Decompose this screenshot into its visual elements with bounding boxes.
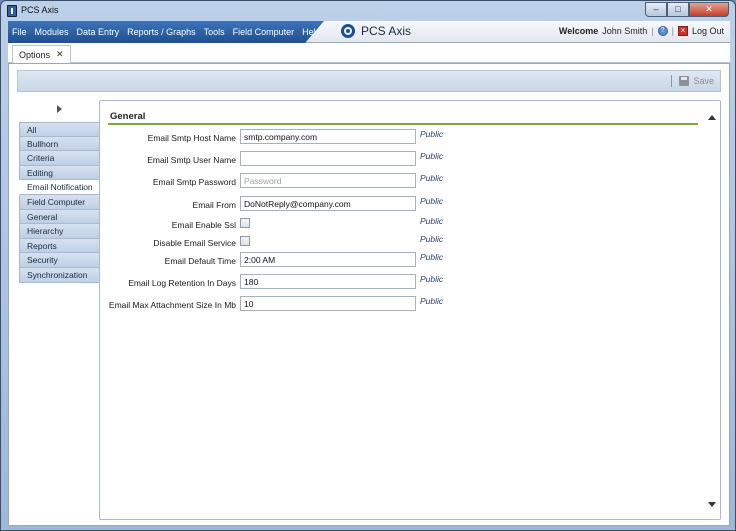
- user-area: Welcome John Smith | ? | × Log Out: [559, 26, 724, 36]
- tab-label: Options: [19, 49, 51, 60]
- close-window-button[interactable]: ✕: [689, 2, 729, 17]
- app-icon: [7, 5, 17, 17]
- field-row: Email Log Retention In Days Public: [100, 274, 700, 290]
- app-window: PCS Axis – □ ✕ File Modules Data Entry R…: [0, 0, 736, 531]
- menu-modules[interactable]: Modules: [31, 27, 73, 37]
- scope-label: Public: [420, 173, 444, 183]
- window-controls: – □ ✕: [645, 2, 729, 17]
- user-name: John Smith: [602, 26, 648, 36]
- help-icon[interactable]: ?: [657, 26, 668, 36]
- email-default-time-input[interactable]: [240, 252, 416, 267]
- logout-icon[interactable]: ×: [677, 26, 688, 36]
- field-row: Email Default Time Public: [100, 252, 700, 268]
- menu-tools[interactable]: Tools: [200, 27, 229, 37]
- field-row: Email Enable Ssl Public: [100, 216, 700, 232]
- options-sidebar: All Bullhorn Criteria Editing Email Noti…: [19, 100, 101, 520]
- scope-label: Public: [420, 274, 444, 284]
- email-log-retention-input[interactable]: [240, 274, 416, 289]
- disable-email-service-checkbox[interactable]: [240, 236, 250, 246]
- section-divider: [108, 123, 698, 125]
- field-row: Email From Public: [100, 196, 700, 212]
- brand-name: PCS Axis: [361, 24, 412, 38]
- settings-panel: General Email Smtp Host Name Public Emai…: [99, 100, 721, 520]
- field-label: Email Enable Ssl: [171, 220, 236, 230]
- menu-reports-graphs[interactable]: Reports / Graphs: [123, 27, 200, 37]
- email-max-attachment-size-input[interactable]: [240, 296, 416, 311]
- sidebar-item-criteria[interactable]: Criteria: [19, 151, 101, 166]
- sidebar-item-hierarchy[interactable]: Hierarchy: [19, 224, 101, 239]
- email-smtp-password-input[interactable]: [240, 173, 416, 188]
- brand: PCS Axis: [341, 24, 411, 38]
- field-label: Email Smtp User Name: [147, 155, 236, 165]
- scope-label: Public: [420, 129, 444, 139]
- minimize-button[interactable]: –: [645, 2, 667, 17]
- menu-file[interactable]: File: [8, 27, 31, 37]
- field-label: Email From: [192, 200, 236, 210]
- scope-label: Public: [420, 296, 444, 306]
- field-row: Email Smtp Password Public: [100, 173, 700, 189]
- scroll-down-icon[interactable]: [708, 502, 716, 507]
- scope-label: Public: [420, 252, 444, 262]
- field-label: Email Default Time: [164, 256, 236, 266]
- maximize-button[interactable]: □: [667, 2, 689, 17]
- field-label: Disable Email Service: [153, 238, 236, 248]
- axis-logo-icon: [341, 24, 355, 38]
- field-row: Email Max Attachment Size In Mb Public: [100, 296, 700, 312]
- title-bar: PCS Axis – □ ✕: [1, 1, 735, 21]
- save-icon: [679, 76, 690, 86]
- close-tab-icon[interactable]: ✕: [56, 49, 64, 60]
- section-title: General: [110, 111, 146, 122]
- scope-label: Public: [420, 234, 444, 244]
- tab-options[interactable]: Options ✕: [12, 45, 71, 63]
- vertical-scrollbar[interactable]: [704, 109, 720, 509]
- window-title: PCS Axis: [21, 5, 59, 15]
- separator: |: [671, 26, 674, 36]
- field-label: Email Log Retention In Days: [128, 278, 236, 288]
- logout-link[interactable]: Log Out: [692, 26, 724, 36]
- scroll-up-icon[interactable]: [708, 115, 716, 120]
- sidebar-item-field-computer[interactable]: Field Computer: [19, 194, 101, 210]
- email-enable-ssl-checkbox[interactable]: [240, 218, 250, 228]
- menu-field-computer[interactable]: Field Computer: [229, 27, 299, 37]
- menu-data-entry[interactable]: Data Entry: [73, 27, 124, 37]
- sidebar-item-synchronization[interactable]: Synchronization: [19, 267, 101, 283]
- options-content: Save All Bullhorn Criteria Editing Email…: [8, 63, 730, 526]
- save-label: Save: [693, 76, 714, 86]
- document-tabs: Options ✕: [8, 43, 730, 63]
- toolbar-separator: [671, 75, 673, 87]
- separator: |: [651, 26, 654, 36]
- email-smtp-host-name-input[interactable]: [240, 129, 416, 144]
- sidebar-item-reports[interactable]: Reports: [19, 238, 101, 254]
- menu-bar: File Modules Data Entry Reports / Graphs…: [8, 21, 730, 43]
- category-list: All Bullhorn Criteria Editing Email Noti…: [19, 122, 101, 283]
- email-smtp-user-name-input[interactable]: [240, 151, 416, 166]
- scope-label: Public: [420, 216, 444, 226]
- sidebar-item-all[interactable]: All: [19, 122, 101, 137]
- sidebar-item-editing[interactable]: Editing: [19, 165, 101, 181]
- email-from-input[interactable]: [240, 196, 416, 211]
- sidebar-item-general[interactable]: General: [19, 209, 101, 225]
- welcome-label: Welcome: [558, 26, 599, 36]
- sidebar-item-security[interactable]: Security: [19, 253, 101, 268]
- field-row: Email Smtp Host Name Public: [100, 129, 700, 145]
- field-row: Disable Email Service Public: [100, 234, 700, 250]
- field-label: Email Smtp Password: [152, 177, 236, 187]
- sidebar-item-email-notification[interactable]: Email Notification: [19, 180, 101, 195]
- main-menu: File Modules Data Entry Reports / Graphs…: [8, 21, 324, 43]
- field-label: Email Smtp Host Name: [147, 133, 236, 143]
- scope-label: Public: [420, 196, 444, 206]
- save-button[interactable]: Save: [671, 75, 714, 87]
- menu-help[interactable]: Help: [298, 27, 324, 37]
- scope-label: Public: [420, 151, 444, 161]
- expand-arrow-icon[interactable]: [57, 105, 62, 113]
- field-row: Email Smtp User Name Public: [100, 151, 700, 167]
- toolbar: Save: [17, 70, 721, 92]
- field-label: Email Max Attachment Size In Mb: [108, 300, 236, 310]
- sidebar-item-bullhorn[interactable]: Bullhorn: [19, 136, 101, 152]
